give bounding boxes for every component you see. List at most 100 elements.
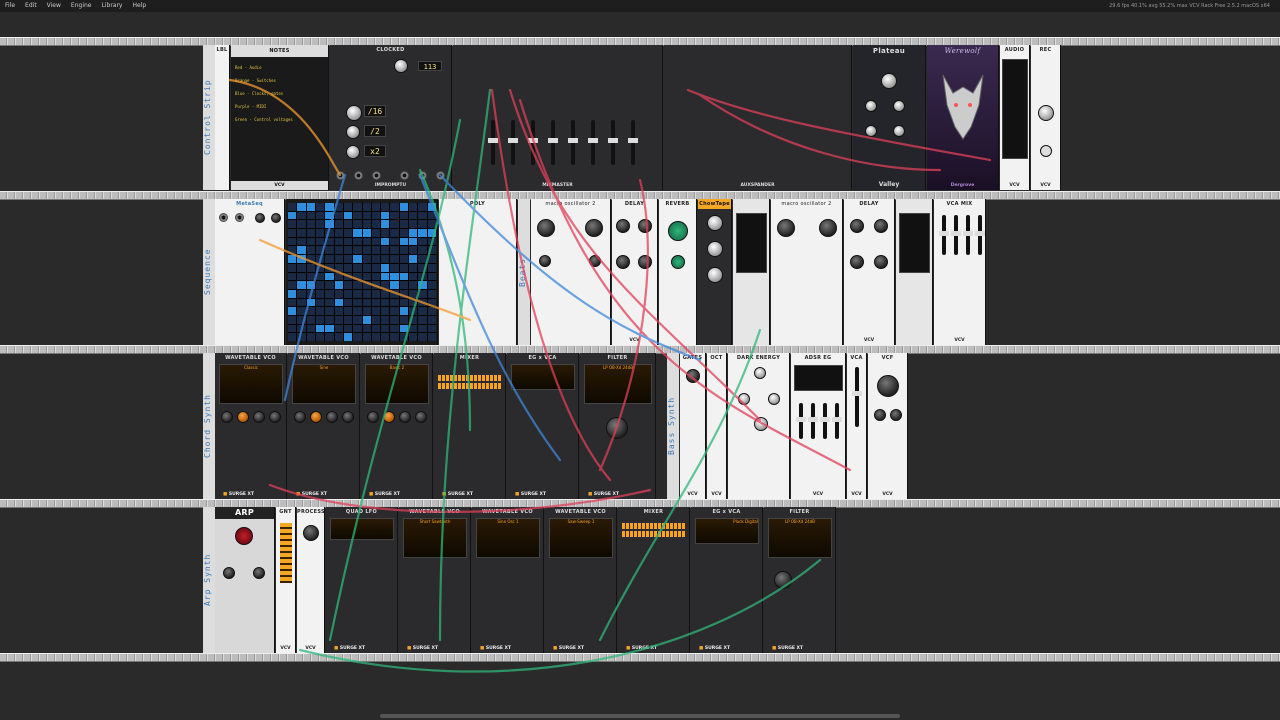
sequencer-cell[interactable] [353,246,362,255]
sequencer-cell[interactable] [390,229,399,237]
sequencer-cell[interactable] [399,203,409,211]
sequencer-cell[interactable] [315,272,325,281]
sequencer-cell[interactable] [427,237,436,246]
sequencer-cell[interactable] [409,263,418,272]
sequencer-cell[interactable] [381,307,390,315]
audio-device-display[interactable] [1002,59,1028,159]
sequencer-cell[interactable] [343,272,353,281]
sequencer-cell[interactable] [325,281,334,289]
module-audio[interactable]: AUDIO VCV [1000,45,1030,190]
sequencer-cell[interactable] [418,263,427,272]
process-slew-knob[interactable] [303,525,319,541]
sequencer-cell[interactable] [288,229,297,237]
module-oct[interactable]: OCT VCV [707,353,727,499]
sequencer-cell[interactable] [399,272,409,281]
sequencer-cell[interactable] [325,220,334,229]
delay1-tone-knob[interactable] [616,255,630,269]
sequencer-cell[interactable] [362,237,371,246]
sequencer-cell[interactable] [353,255,362,263]
sequencer-cell[interactable] [418,272,427,281]
filter1-display[interactable]: LP OB-Xd 24dB [584,364,652,404]
sequencer-cell[interactable] [409,298,418,307]
sequencer-cell[interactable] [399,281,409,289]
metaseq-clk-jack[interactable] [219,213,228,222]
sequencer-cell[interactable] [334,289,343,298]
sequencer-cell[interactable] [343,229,353,237]
macro1-morph-knob[interactable] [589,255,601,267]
sequencer-cell[interactable] [427,289,436,298]
sequencer-cell[interactable] [362,333,371,341]
arp-direction-knob[interactable] [235,527,253,545]
sequencer-cell[interactable] [409,220,418,229]
sequencer-cell[interactable] [427,298,436,307]
sequencer-cell[interactable] [409,333,418,341]
sequencer-cell[interactable] [409,255,418,263]
vcamix-fader[interactable] [951,215,961,255]
mixmaster-fader[interactable] [548,120,558,165]
macro2-harmonics-knob[interactable] [819,219,837,237]
sequencer-cell[interactable] [381,263,390,272]
sequencer-cell[interactable] [297,229,306,237]
sequencer-cell[interactable] [325,211,334,220]
wt2-display[interactable]: Sine [292,364,356,404]
filter2-frequency-knob[interactable] [774,571,792,589]
clocked-ratio-knob[interactable] [346,145,360,159]
sequencer-cell[interactable] [325,263,334,272]
sequencer-cell[interactable] [399,307,409,315]
menu-engine[interactable]: Engine [66,0,97,12]
sequencer-cell[interactable] [288,211,297,220]
sequencer-cell[interactable] [315,315,325,324]
sequencer-cell[interactable] [353,220,362,229]
sequencer-cell[interactable] [371,298,381,307]
sequencer-cell[interactable] [325,237,334,246]
sequencer-cell[interactable] [427,307,436,315]
sequencer-cell[interactable] [371,307,381,315]
sequencer-cell[interactable] [353,237,362,246]
sequencer-cell[interactable] [325,298,334,307]
module-mixmaster[interactable]: MIXMASTER [453,45,663,190]
sequencer-cell[interactable] [334,203,343,211]
sequencer-cell[interactable] [362,281,371,289]
mixmaster-fader[interactable] [508,120,518,165]
sequencer-cell[interactable] [427,324,436,333]
sequencer-cell[interactable] [343,211,353,220]
clocked-out-jack[interactable] [400,171,409,180]
sequencer-cell[interactable] [371,246,381,255]
module-auxspander[interactable]: AUXSPANDER [664,45,852,190]
sequencer-cell[interactable] [334,281,343,289]
sequencer-cell[interactable] [371,203,381,211]
filter2-display[interactable]: LP OB-Xd 24dB [768,518,832,558]
sequencer-cell[interactable] [297,263,306,272]
module-vca[interactable]: VCA VCV [847,353,867,499]
sequencer-cell[interactable] [381,211,390,220]
sequencer-cell[interactable] [371,289,381,298]
sequencer-cell[interactable] [297,333,306,341]
gates-length-knob[interactable] [686,369,700,383]
wt3-sat-knob[interactable] [399,411,411,423]
menu-help[interactable]: Help [127,0,151,12]
sequencer-cell[interactable] [371,272,381,281]
sequencer-cell[interactable] [306,203,315,211]
sequencer-cell[interactable] [334,315,343,324]
sequencer-cell[interactable] [362,255,371,263]
sequencer-cell[interactable] [381,289,390,298]
sequencer-cell[interactable] [353,333,362,341]
sequencer-cell[interactable] [288,324,297,333]
sequencer-cell[interactable] [325,229,334,237]
sequencer-cell[interactable] [343,237,353,246]
sequencer-cell[interactable] [409,315,418,324]
sequencer-cell[interactable] [315,333,325,341]
sequencer-cell[interactable] [390,272,399,281]
module-filter-1[interactable]: FILTER LP OB-Xd 24dB SURGE XT [580,353,656,499]
mixmaster-fader[interactable] [528,120,538,165]
sequencer-cell[interactable] [353,324,362,333]
module-oscope-1[interactable] [733,199,770,345]
plateau-knob[interactable] [893,100,905,112]
sequencer-cell[interactable] [427,333,436,341]
darkenergy-knob[interactable] [754,417,768,431]
sequencer-cell[interactable] [353,298,362,307]
wt1-sat-knob[interactable] [253,411,265,423]
sequencer-cell[interactable] [315,220,325,229]
sequencer-cell[interactable] [343,220,353,229]
reverb-damping-knob[interactable] [671,255,685,269]
